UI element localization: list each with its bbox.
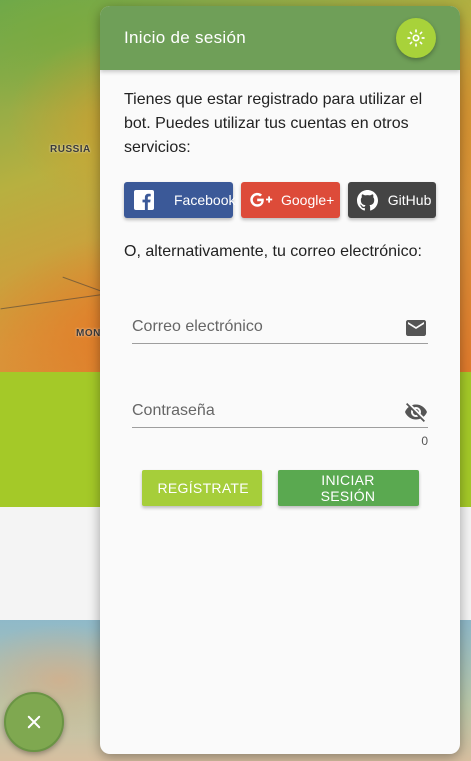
close-icon [27, 715, 41, 729]
email-alternative-text: O, alternativamente, tu correo electróni… [124, 243, 422, 260]
register-button[interactable]: REGÍSTRATE [141, 470, 262, 506]
password-field-container [132, 394, 428, 428]
close-button[interactable] [4, 692, 64, 752]
email-input[interactable] [132, 310, 428, 344]
visibility-off-icon[interactable] [404, 400, 428, 424]
login-button[interactable]: INICIAR SESIÓN [277, 470, 419, 506]
facebook-icon [134, 190, 154, 210]
map-label-russia: RUSSIA [50, 144, 91, 155]
facebook-login-label: Facebook [174, 192, 236, 208]
dialog-title: Inicio de sesión [124, 28, 246, 47]
map-label-mon: MON [76, 328, 101, 339]
google-plus-login-label: Google+ [281, 192, 335, 208]
google-plus-icon [249, 190, 275, 210]
dialog-header: Inicio de sesión [100, 6, 460, 70]
social-login-row: Facebook Google+ GitHub [124, 182, 436, 218]
google-plus-login-button[interactable]: Google+ [241, 182, 340, 218]
github-icon [357, 189, 379, 211]
password-char-counter: 0 [421, 434, 428, 448]
github-login-button[interactable]: GitHub [347, 182, 436, 218]
intro-text: Tienes que estar registrado para utiliza… [124, 91, 423, 156]
email-field-container [132, 310, 428, 344]
login-dialog: Inicio de sesión Tienes que estar regist… [100, 6, 460, 754]
brightness-icon [407, 29, 425, 47]
form-actions: REGÍSTRATE INICIAR SESIÓN [124, 470, 436, 506]
theme-toggle-button[interactable] [396, 18, 436, 58]
mail-icon [404, 316, 428, 340]
github-login-label: GitHub [387, 192, 432, 208]
facebook-login-button[interactable]: Facebook [124, 182, 236, 218]
password-input[interactable] [132, 394, 428, 428]
